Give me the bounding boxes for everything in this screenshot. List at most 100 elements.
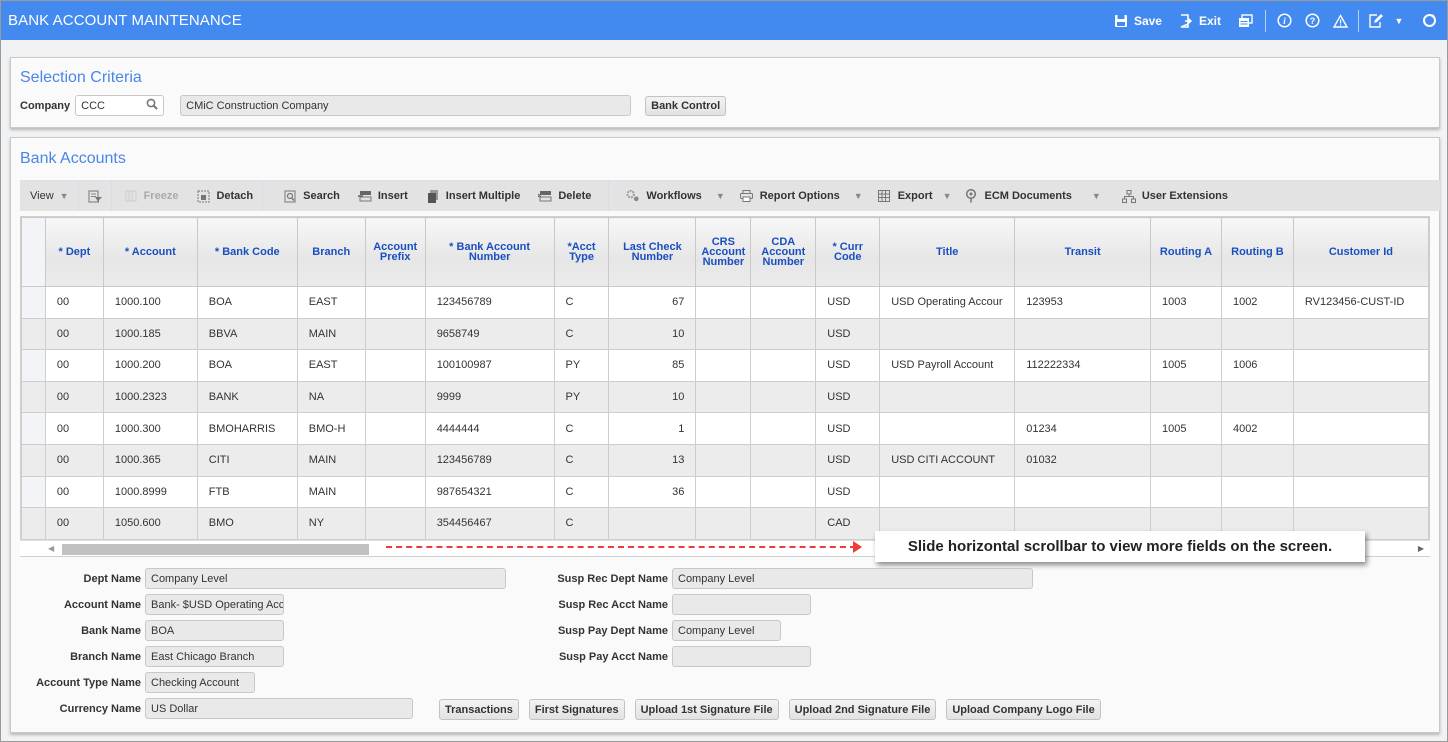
column-header[interactable]: Routing B (1220, 217, 1294, 287)
table-cell[interactable] (879, 380, 1016, 414)
table-cell[interactable]: PY (553, 349, 610, 382)
search-icon[interactable] (146, 98, 158, 113)
table-cell[interactable]: USD (815, 349, 881, 382)
table-cell[interactable] (1220, 380, 1294, 414)
table-cell[interactable]: 1003 (1150, 286, 1222, 319)
column-header[interactable]: Last Check Number (608, 217, 697, 287)
table-cell[interactable] (364, 507, 426, 540)
export-menu[interactable]: Export ▼ (872, 181, 961, 211)
table-cell[interactable]: PY (553, 380, 610, 414)
table-cell[interactable] (364, 380, 426, 414)
upload-company-logo-button[interactable]: Upload Company Logo File (946, 699, 1101, 720)
table-cell[interactable]: BOA (196, 286, 298, 319)
table-cell[interactable] (1292, 412, 1429, 445)
table-cell[interactable]: 00 (44, 412, 104, 445)
upload-2nd-signature-button[interactable]: Upload 2nd Signature File (788, 699, 937, 720)
table-cell[interactable]: C (553, 443, 610, 477)
table-cell[interactable]: 1006 (1220, 349, 1294, 382)
table-cell[interactable] (695, 349, 752, 382)
insert-button[interactable]: Insert (349, 181, 417, 211)
table-cell[interactable]: 1000.8999 (102, 475, 198, 509)
column-header[interactable]: * Bank Account Number (424, 217, 555, 287)
column-header[interactable]: Title (879, 217, 1016, 287)
search-button[interactable]: Search (263, 181, 349, 211)
table-cell[interactable]: BMO-H (296, 412, 366, 445)
table-cell[interactable] (695, 380, 752, 414)
transactions-button[interactable]: Transactions (439, 699, 519, 720)
table-row[interactable]: 00 1000.300 BMOHARRIS BMO-H 4444444 C 1 USD 0123… (21, 412, 1429, 445)
table-cell[interactable] (1150, 475, 1222, 509)
row-header[interactable] (21, 317, 46, 351)
table-cell[interactable]: 00 (44, 507, 104, 540)
table-cell[interactable]: USD (815, 317, 881, 351)
table-cell[interactable]: CAD (815, 507, 881, 540)
insert-multiple-button[interactable]: Insert Multiple (417, 181, 530, 211)
table-cell[interactable] (364, 349, 426, 382)
table-cell[interactable]: 00 (44, 286, 104, 319)
table-cell[interactable]: 10 (608, 317, 697, 351)
table-cell[interactable]: BBVA (196, 317, 298, 351)
table-row[interactable]: 00 1000.8999 FTB MAIN 987654321 C 36 USD (21, 475, 1429, 509)
table-cell[interactable]: C (553, 475, 610, 509)
first-signatures-button[interactable]: First Signatures (528, 699, 625, 720)
table-cell[interactable]: 9658749 (424, 317, 555, 351)
save-button[interactable]: Save (1105, 13, 1170, 29)
table-cell[interactable] (695, 475, 752, 509)
table-cell[interactable] (750, 349, 817, 382)
table-cell[interactable] (1292, 349, 1429, 382)
column-header[interactable]: Branch (296, 217, 366, 287)
scroll-right-icon[interactable]: ▶ (1418, 544, 1424, 553)
table-cell[interactable]: 1050.600 (102, 507, 198, 540)
report-options-menu[interactable]: Report Options ▼ (734, 181, 872, 211)
table-cell[interactable] (750, 380, 817, 414)
table-cell[interactable] (879, 317, 1016, 351)
table-cell[interactable] (750, 507, 817, 540)
table-cell[interactable] (750, 286, 817, 319)
freeze-button[interactable]: Freeze (112, 181, 188, 211)
table-cell[interactable]: C (553, 412, 610, 445)
table-cell[interactable] (1150, 380, 1222, 414)
table-cell[interactable] (364, 443, 426, 477)
table-cell[interactable]: NA (296, 380, 366, 414)
table-cell[interactable]: 1000.100 (102, 286, 198, 319)
table-cell[interactable] (1014, 317, 1152, 351)
table-cell[interactable]: 1000.300 (102, 412, 198, 445)
table-cell[interactable]: USD (815, 475, 881, 509)
column-header[interactable]: * Bank Code (196, 217, 298, 287)
table-cell[interactable]: 01032 (1014, 443, 1152, 477)
table-cell[interactable] (1292, 380, 1429, 414)
table-cell[interactable]: 10 (608, 380, 697, 414)
table-cell[interactable]: 00 (44, 380, 104, 414)
table-row[interactable]: 00 1000.200 BOA EAST 100100987 PY 85 USD USD Pay… (21, 349, 1429, 382)
table-cell[interactable]: 1002 (1220, 286, 1294, 319)
table-cell[interactable]: 00 (44, 475, 104, 509)
table-cell[interactable] (1220, 317, 1294, 351)
table-cell[interactable]: 00 (44, 443, 104, 477)
table-cell[interactable]: 123456789 (424, 286, 555, 319)
table-cell[interactable] (750, 412, 817, 445)
column-header[interactable]: Customer Id (1292, 217, 1429, 287)
table-cell[interactable]: 123456789 (424, 443, 555, 477)
table-row[interactable]: 00 1000.185 BBVA MAIN 9658749 C 10 USD (21, 317, 1429, 351)
table-cell[interactable] (695, 412, 752, 445)
query-filter-button[interactable] (79, 181, 111, 211)
table-cell[interactable] (608, 507, 697, 540)
view-menu[interactable]: View ▼ (20, 181, 78, 211)
table-cell[interactable] (364, 412, 426, 445)
table-cell[interactable] (1150, 317, 1222, 351)
table-row[interactable]: 00 1000.100 BOA EAST 123456789 C 67 USD USD Oper… (21, 286, 1429, 319)
table-cell[interactable] (1220, 443, 1294, 477)
table-cell[interactable]: USD (815, 412, 881, 445)
table-cell[interactable]: RV123456-CUST-ID (1292, 286, 1429, 319)
table-cell[interactable]: EAST (296, 349, 366, 382)
table-cell[interactable] (1292, 317, 1429, 351)
table-cell[interactable] (1292, 475, 1429, 509)
row-header[interactable] (21, 349, 46, 382)
table-cell[interactable]: 4444444 (424, 412, 555, 445)
windows-icon[interactable] (1237, 13, 1253, 29)
table-cell[interactable]: 1000.2323 (102, 380, 198, 414)
table-cell[interactable]: 123953 (1014, 286, 1152, 319)
table-cell[interactable]: 13 (608, 443, 697, 477)
table-cell[interactable] (695, 507, 752, 540)
table-cell[interactable] (1150, 443, 1222, 477)
